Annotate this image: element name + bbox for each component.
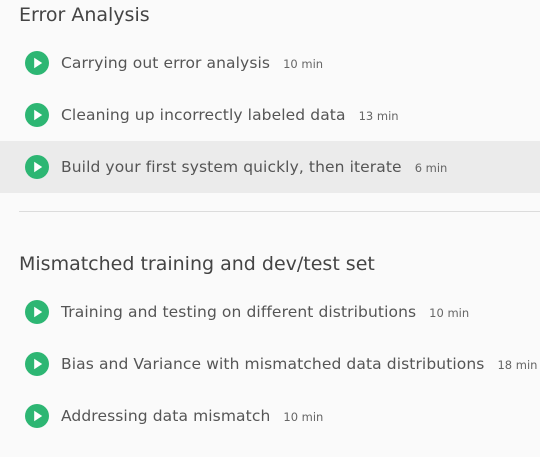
lesson-title: Cleaning up incorrectly labeled data (61, 106, 346, 124)
lesson-item-active[interactable]: Build your first system quickly, then it… (0, 141, 540, 193)
lesson-duration: 13 min (358, 109, 399, 123)
lesson-duration: 10 min (429, 306, 470, 320)
section-divider (19, 211, 540, 212)
lesson-title: Bias and Variance with mismatched data d… (61, 355, 485, 373)
section-title-error-analysis: Error Analysis (19, 4, 150, 26)
lesson-duration: 10 min (283, 410, 324, 424)
play-circle-icon (25, 300, 49, 324)
lesson-item[interactable]: Addressing data mismatch 10 min (0, 390, 540, 442)
lesson-title: Build your first system quickly, then it… (61, 158, 402, 176)
lesson-item[interactable]: Carrying out error analysis 10 min (0, 37, 540, 89)
play-circle-icon (25, 51, 49, 75)
play-circle-icon (25, 404, 49, 428)
lesson-item[interactable]: Bias and Variance with mismatched data d… (0, 338, 540, 390)
lesson-title: Addressing data mismatch (61, 407, 271, 425)
play-circle-icon (25, 103, 49, 127)
lesson-item[interactable]: Cleaning up incorrectly labeled data 13 … (0, 89, 540, 141)
lesson-duration: 6 min (414, 161, 448, 175)
lesson-item[interactable]: Training and testing on different distri… (0, 286, 540, 338)
lesson-duration: 10 min (283, 57, 324, 71)
lesson-title: Training and testing on different distri… (61, 303, 417, 321)
play-circle-icon (25, 155, 49, 179)
play-circle-icon (25, 352, 49, 376)
lesson-duration: 18 min (497, 358, 538, 372)
section-title-mismatched-training: Mismatched training and dev/test set (19, 253, 375, 275)
lesson-title: Carrying out error analysis (61, 54, 271, 72)
